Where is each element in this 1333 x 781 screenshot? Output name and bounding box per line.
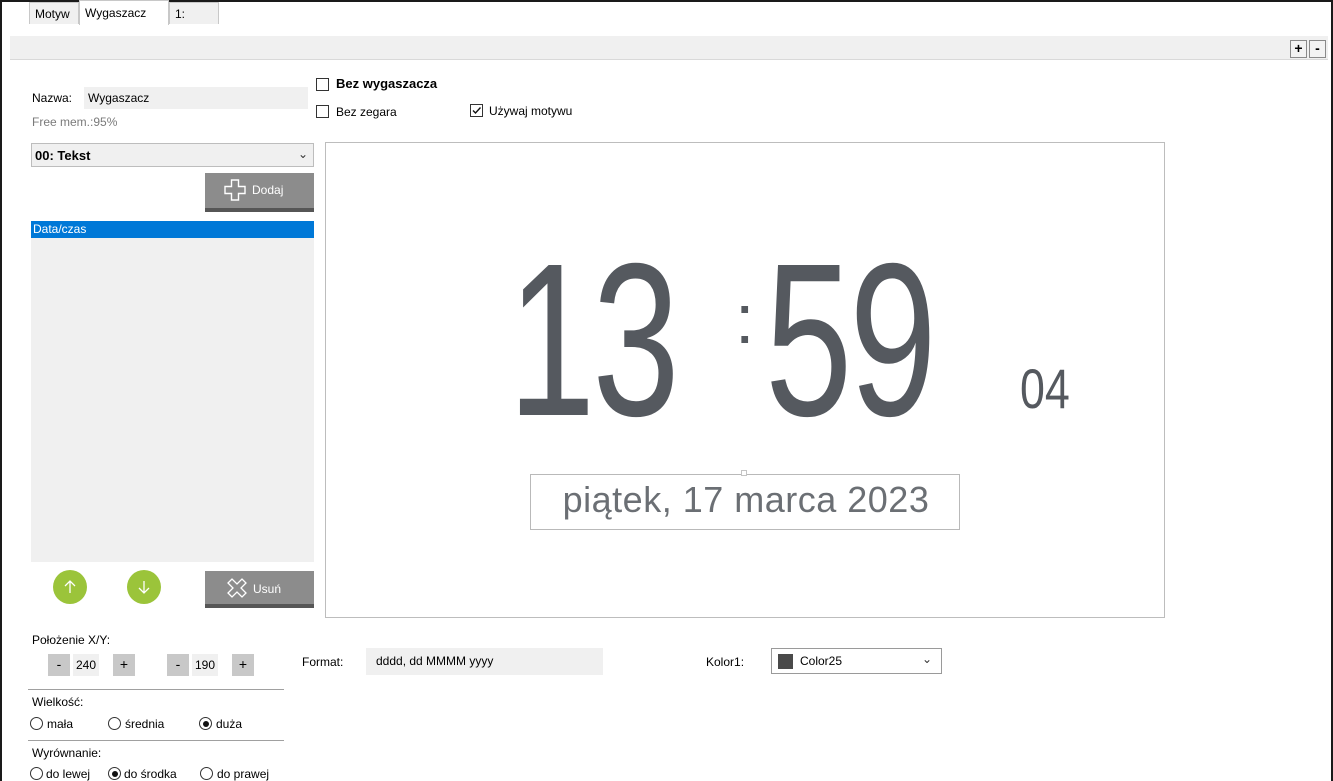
tab-wygaszacz[interactable]: Wygaszacz — [79, 0, 169, 25]
align-right-radio[interactable] — [200, 767, 213, 780]
checkmark-icon — [472, 107, 482, 115]
list-item[interactable]: Data/czas — [31, 221, 314, 238]
format-field[interactable]: dddd, dd MMMM yyyy — [366, 648, 603, 675]
tab-motyw[interactable]: Motyw — [29, 2, 79, 24]
align-right-label: do prawej — [217, 767, 270, 781]
date-text: piątek, 17 marca 2023 — [562, 479, 930, 520]
move-up-button[interactable] — [53, 570, 87, 604]
color-swatch — [778, 654, 793, 669]
y-value[interactable]: 190 — [192, 654, 218, 676]
close-icon — [226, 577, 248, 602]
color-label: Kolor1: — [706, 655, 745, 669]
size-medium-label: średnia — [125, 717, 165, 731]
tab-label: Wygaszacz — [85, 6, 147, 20]
element-type-value: 00: Tekst — [35, 148, 91, 163]
list-item-label: Data/czas — [33, 222, 87, 236]
resize-handle[interactable] — [741, 470, 747, 476]
use-theme-checkbox[interactable] — [470, 104, 483, 117]
position-label: Położenie X/Y: — [32, 633, 111, 647]
clock-seconds: 04 — [1020, 357, 1070, 420]
clock-hours: 13 — [508, 219, 680, 462]
x-increment-button[interactable]: + — [113, 654, 135, 676]
no-clock-label: Bez zegara — [336, 105, 397, 119]
size-small-label: mała — [47, 717, 74, 731]
size-large-radio[interactable] — [199, 717, 212, 730]
no-clock-checkbox[interactable] — [316, 105, 329, 118]
name-field[interactable]: Wygaszacz — [84, 87, 308, 109]
use-theme-label: Używaj motywu — [489, 104, 573, 118]
date-element-selection[interactable]: piątek, 17 marca 2023 — [530, 474, 960, 530]
divider — [28, 689, 284, 690]
size-large-label: duża — [216, 717, 243, 731]
y-decrement-button[interactable]: - — [167, 654, 189, 676]
chevron-down-icon: ⌄ — [297, 147, 308, 161]
clock-colon: : — [735, 280, 755, 358]
tab-label: 1: — [175, 7, 186, 21]
format-value: dddd, dd MMMM yyyy — [376, 654, 494, 668]
add-button-label: Dodaj — [252, 183, 284, 197]
align-left-radio[interactable] — [30, 767, 43, 780]
name-label: Nazwa: — [32, 91, 73, 105]
arrow-down-icon — [138, 581, 150, 594]
x-value[interactable]: 240 — [73, 654, 99, 676]
align-left-label: do lewej — [46, 767, 91, 781]
no-screensaver-checkbox[interactable] — [316, 78, 329, 91]
name-value: Wygaszacz — [88, 91, 150, 105]
no-screensaver-label: Bez wygaszacza — [336, 76, 438, 91]
size-small-radio[interactable] — [30, 717, 43, 730]
size-label: Wielkość: — [32, 695, 84, 709]
divider — [28, 740, 284, 741]
free-memory-text: Free mem.:95% — [32, 115, 118, 129]
align-center-radio[interactable] — [108, 767, 121, 780]
remove-button-label: Usuń — [253, 582, 282, 596]
color-select[interactable]: Color25 ⌄ — [771, 648, 942, 674]
tab-strip — [10, 36, 1328, 60]
add-tab-button[interactable]: + — [1290, 40, 1307, 58]
align-center-label: do środka — [124, 767, 177, 781]
x-decrement-button[interactable]: - — [48, 654, 70, 676]
size-medium-radio[interactable] — [108, 717, 121, 730]
format-label: Format: — [302, 655, 344, 669]
remove-button[interactable]: Usuń — [205, 571, 314, 608]
add-button[interactable]: Dodaj — [205, 173, 314, 212]
y-increment-button[interactable]: + — [232, 654, 254, 676]
tab-label: Motyw — [35, 7, 70, 21]
color-value: Color25 — [800, 654, 843, 668]
elements-list[interactable]: Data/czas — [31, 221, 314, 562]
clock-minutes: 59 — [765, 219, 937, 462]
element-type-select[interactable]: 00: Tekst ⌄ — [31, 143, 314, 167]
plus-icon — [223, 177, 247, 206]
arrow-up-icon — [64, 580, 76, 593]
window-border-left — [0, 0, 2, 781]
remove-tab-button[interactable]: - — [1309, 40, 1326, 58]
move-down-button[interactable] — [127, 570, 161, 604]
chevron-down-icon: ⌄ — [922, 652, 933, 666]
alignment-label: Wyrównanie: — [32, 746, 102, 760]
tab-1[interactable]: 1: — [169, 2, 219, 24]
